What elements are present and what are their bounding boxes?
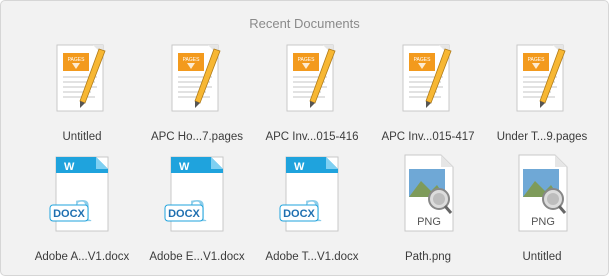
- svg-text:W: W: [294, 161, 305, 173]
- panel-title: Recent Documents: [249, 16, 360, 31]
- docx-badge: DOCX: [283, 208, 315, 220]
- document-item[interactable]: PAGES Under T...9.pages: [483, 41, 601, 161]
- document-item[interactable]: PAGES APC Ho...7.pages: [138, 41, 256, 161]
- svg-text:PAGES: PAGES: [528, 57, 546, 63]
- document-item[interactable]: W a DOCX Adobe E...V1.docx: [138, 151, 256, 271]
- word-docx-icon: W a DOCX: [164, 156, 224, 232]
- document-name: Adobe T...V1.docx: [265, 251, 359, 263]
- pages-document-icon: PAGES: [286, 44, 336, 112]
- document-name: Untitled: [62, 131, 102, 143]
- document-name: Adobe E...V1.docx: [149, 251, 245, 263]
- document-item[interactable]: PNG Untitled: [483, 151, 601, 271]
- word-docx-icon: W a DOCX: [279, 156, 339, 232]
- document-name: Under T...9.pages: [496, 131, 588, 143]
- svg-text:PAGES: PAGES: [414, 57, 432, 63]
- document-item[interactable]: PAGES APC Inv...015-417: [369, 41, 487, 161]
- document-name: Adobe A...V1.docx: [34, 251, 130, 263]
- document-name: Path.png: [404, 251, 452, 263]
- svg-text:PAGES: PAGES: [298, 57, 316, 63]
- png-preview-icon: PNG: [404, 154, 454, 232]
- document-item[interactable]: W a DOCX Adobe A...V1.docx: [23, 151, 141, 271]
- png-badge: PNG: [531, 216, 555, 228]
- document-name: APC Inv...015-416: [265, 131, 359, 143]
- document-name: Untitled: [522, 251, 562, 263]
- document-item[interactable]: PAGES Untitled: [23, 41, 141, 161]
- document-item[interactable]: W a DOCX Adobe T...V1.docx: [253, 151, 371, 271]
- docx-badge: DOCX: [168, 208, 200, 220]
- document-item[interactable]: PNG Path.png: [369, 151, 487, 271]
- svg-text:W: W: [64, 161, 75, 173]
- svg-text:PAGES: PAGES: [183, 57, 201, 63]
- word-docx-icon: W a DOCX: [49, 156, 109, 232]
- svg-text:PAGES: PAGES: [68, 57, 86, 63]
- document-name: APC Inv...015-417: [381, 131, 475, 143]
- docx-badge: DOCX: [53, 208, 85, 220]
- png-badge: PNG: [417, 216, 441, 228]
- document-item[interactable]: PAGES APC Inv...015-416: [253, 41, 371, 161]
- svg-text:W: W: [179, 161, 190, 173]
- pages-document-icon: PAGES: [516, 44, 566, 112]
- png-preview-icon: PNG: [518, 154, 568, 232]
- recent-documents-panel: Recent Documents PAGES Untitled PAGES AP…: [0, 0, 609, 276]
- pages-document-icon: PAGES: [171, 44, 221, 112]
- document-name: APC Ho...7.pages: [150, 131, 244, 143]
- pages-document-icon: PAGES: [56, 44, 106, 112]
- pages-document-icon: PAGES: [402, 44, 452, 112]
